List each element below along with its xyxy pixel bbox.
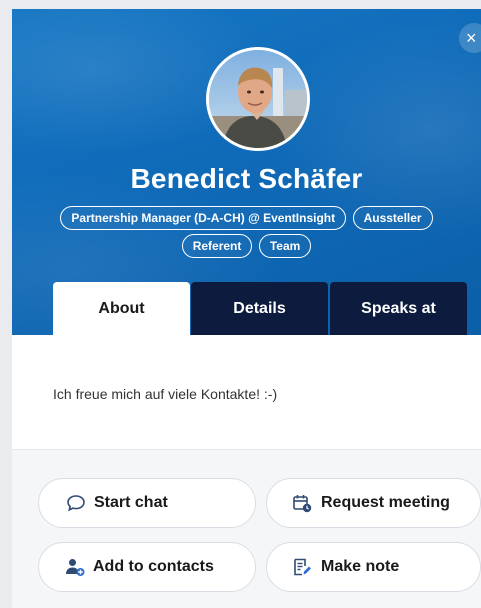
badge-team: Team [258,234,312,258]
chat-bubble-icon [67,495,85,512]
badge-exhibitor: Aussteller [352,206,433,230]
start-chat-label: Start chat [94,494,168,511]
close-icon: × [466,28,477,48]
request-meeting-button[interactable]: Request meeting [266,478,481,528]
profile-name: Benedict Schäfer [130,163,363,194]
badge-job-title: Partnership Manager (D-A-CH) @ EventInsi… [60,206,347,230]
make-note-button[interactable]: Make note [266,542,481,592]
tab-about-label: About [98,300,145,317]
category-badges: Referent Team [12,234,481,258]
tab-details-label: Details [233,300,286,317]
tab-speaks-at-label: Speaks at [361,300,436,317]
close-button[interactable]: × [459,23,481,53]
profile-header: × Benedict Schäfer Partnership Manager (… [12,9,481,335]
add-to-contacts-label: Add to contacts [93,558,214,575]
calendar-clock-icon [293,495,312,513]
role-badges: Partnership Manager (D-A-CH) @ EventInsi… [12,206,481,230]
make-note-label: Make note [321,558,400,575]
request-meeting-label: Request meeting [321,494,450,511]
profile-card: × Benedict Schäfer Partnership Manager (… [12,9,481,608]
about-text: Ich freue mich auf viele Kontakte! :-) [53,386,278,402]
avatar-photo [209,50,307,148]
tab-about[interactable]: About [53,282,190,335]
tab-details[interactable]: Details [191,282,328,335]
add-contact-icon [66,559,85,576]
badge-speaker: Referent [181,234,253,258]
note-pencil-icon [294,558,311,576]
tab-speaks-at[interactable]: Speaks at [330,282,467,335]
add-to-contacts-button[interactable]: Add to contacts [38,542,256,592]
start-chat-button[interactable]: Start chat [38,478,256,528]
avatar [206,47,310,151]
